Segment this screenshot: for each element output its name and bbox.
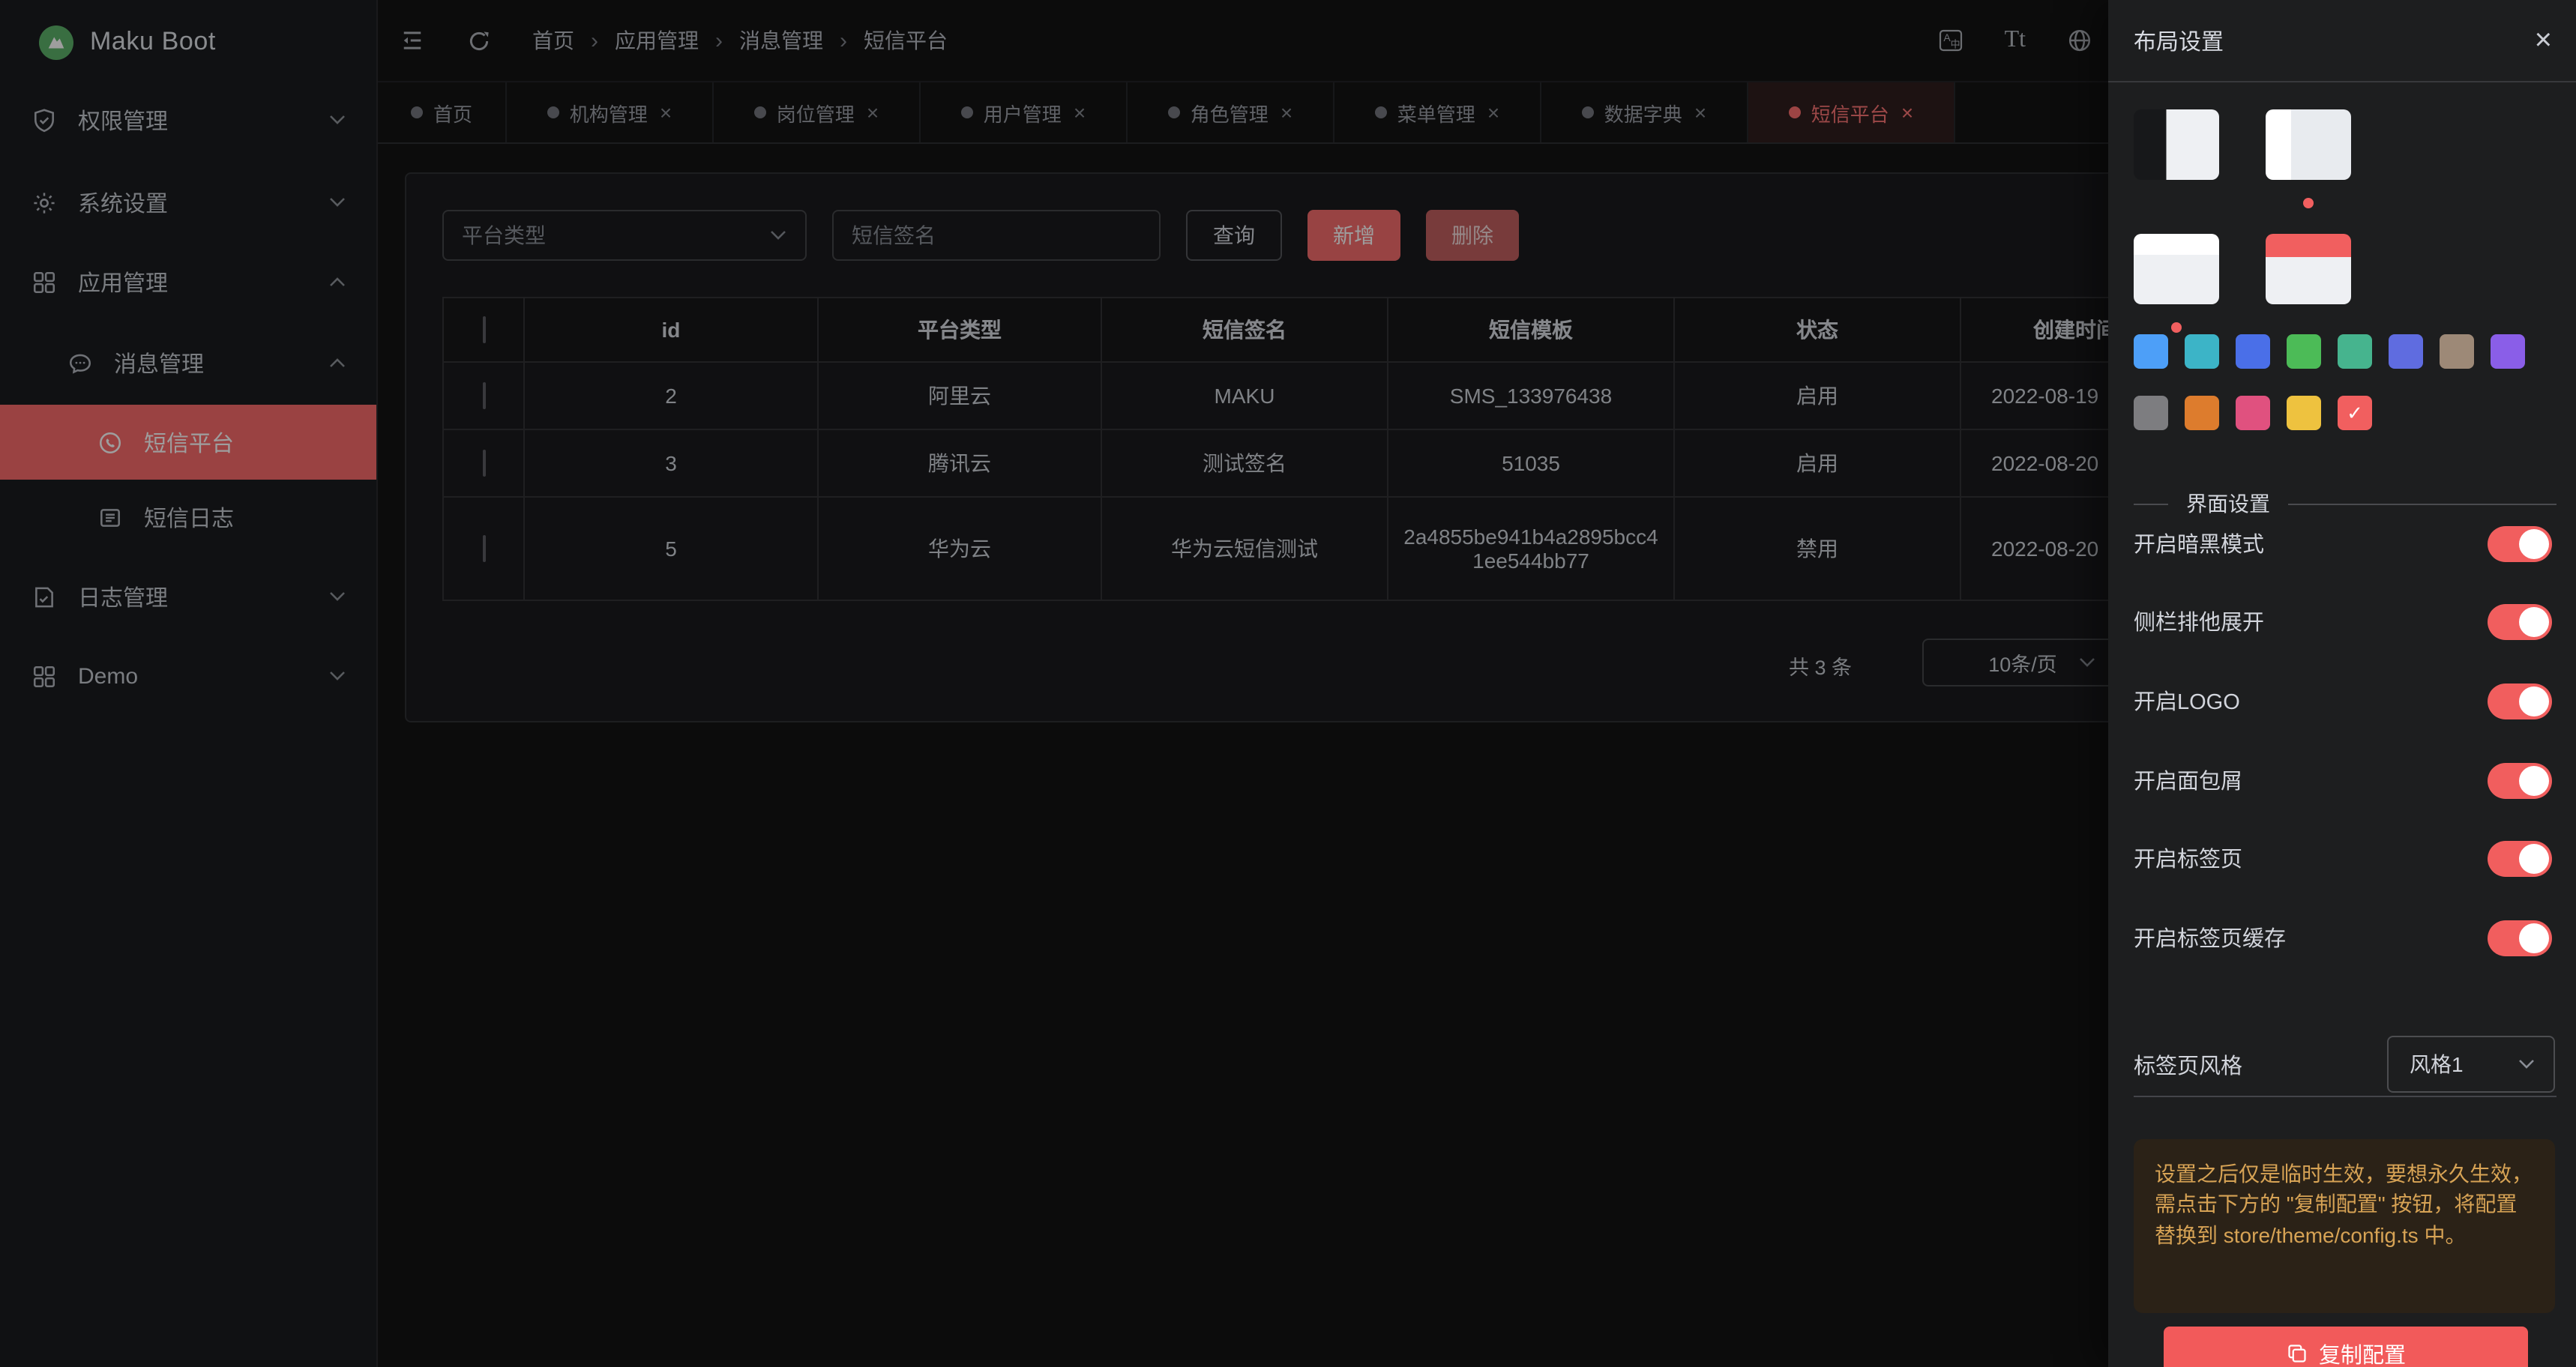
check-icon: ✓	[2347, 401, 2363, 425]
close-icon[interactable]: ×	[2535, 25, 2552, 55]
drawer-title: 布局设置	[2134, 25, 2224, 56]
toggle-row-logo: 开启LOGO	[2134, 682, 2552, 719]
breadcrumb-toggle[interactable]	[2488, 762, 2552, 798]
theme-color-row	[2134, 334, 2525, 369]
layout-thumb-light-sidebar[interactable]	[2266, 109, 2351, 180]
tab-style-select[interactable]: 风格1	[2387, 1036, 2555, 1093]
theme-color-swatch[interactable]	[2134, 334, 2168, 369]
selected-dot-icon	[2303, 198, 2314, 208]
selected-dot-icon	[2171, 322, 2182, 333]
theme-color-swatch[interactable]	[2389, 334, 2423, 369]
toggle-label: 侧栏排他展开	[2134, 606, 2264, 637]
section-divider: 界面设置	[2134, 489, 2557, 519]
logo-toggle[interactable]	[2488, 683, 2552, 719]
toggle-row-breadcrumb: 开启面包屑	[2134, 761, 2552, 799]
toggle-row-dark-mode: 开启暗黑模式	[2134, 525, 2552, 562]
divider	[2134, 1096, 2557, 1097]
settings-note: 设置之后仅是临时生效，要想永久生效，需点击下方的 "复制配置" 按钮，将配置替换…	[2134, 1139, 2555, 1313]
theme-color-swatch[interactable]	[2491, 334, 2525, 369]
toggle-label: 开启暗黑模式	[2134, 528, 2264, 559]
chevron-down-icon	[2518, 1058, 2536, 1070]
toggle-row-sidebar-accordion: 侧栏排他展开	[2134, 603, 2552, 640]
tabs-toggle[interactable]	[2488, 840, 2552, 876]
copy-config-button[interactable]: 复制配置	[2164, 1327, 2528, 1367]
toggle-row-tabs-cache: 开启标签页缓存	[2134, 919, 2552, 956]
tab-style-row: 标签页风格 风格1	[2134, 1034, 2555, 1094]
tab-style-value: 风格1	[2410, 1049, 2464, 1079]
theme-color-swatch-selected[interactable]: ✓	[2338, 396, 2372, 430]
theme-color-swatch[interactable]	[2134, 396, 2168, 430]
section-title: 界面设置	[2186, 489, 2270, 519]
layout-thumb-primary-topbar[interactable]	[2266, 234, 2351, 304]
drawer-header: 布局设置 ×	[2108, 0, 2576, 82]
theme-color-swatch[interactable]	[2287, 396, 2321, 430]
tabs-cache-toggle[interactable]	[2488, 920, 2552, 956]
theme-color-row: ✓	[2134, 396, 2372, 430]
toggle-row-tabs: 开启标签页	[2134, 839, 2552, 877]
layout-thumb-light-topbar[interactable]	[2134, 234, 2219, 304]
theme-color-swatch[interactable]	[2185, 334, 2219, 369]
layout-thumb-dark-sidebar[interactable]	[2134, 109, 2219, 180]
theme-color-swatch[interactable]	[2185, 396, 2219, 430]
theme-color-swatch[interactable]	[2287, 334, 2321, 369]
copy-config-label: 复制配置	[2319, 1338, 2406, 1367]
theme-color-swatch[interactable]	[2338, 334, 2372, 369]
tab-style-label: 标签页风格	[2134, 1048, 2242, 1080]
sidebar-accordion-toggle[interactable]	[2488, 603, 2552, 639]
copy-icon	[2286, 1343, 2307, 1364]
toggle-label: 开启标签页缓存	[2134, 922, 2286, 953]
dark-mode-toggle[interactable]	[2488, 525, 2552, 561]
toggle-label: 开启标签页	[2134, 842, 2242, 874]
theme-color-swatch[interactable]	[2236, 334, 2270, 369]
app-window: Maku Boot 权限管理 系统设置 应用管理 消息管理 短信平台	[0, 0, 2576, 1367]
theme-color-swatch[interactable]	[2236, 396, 2270, 430]
theme-color-swatch[interactable]	[2440, 334, 2474, 369]
toggle-label: 开启面包屑	[2134, 764, 2242, 796]
layout-settings-drawer: 布局设置 × ✓ 界面设置	[2108, 0, 2576, 1367]
toggle-label: 开启LOGO	[2134, 685, 2240, 716]
